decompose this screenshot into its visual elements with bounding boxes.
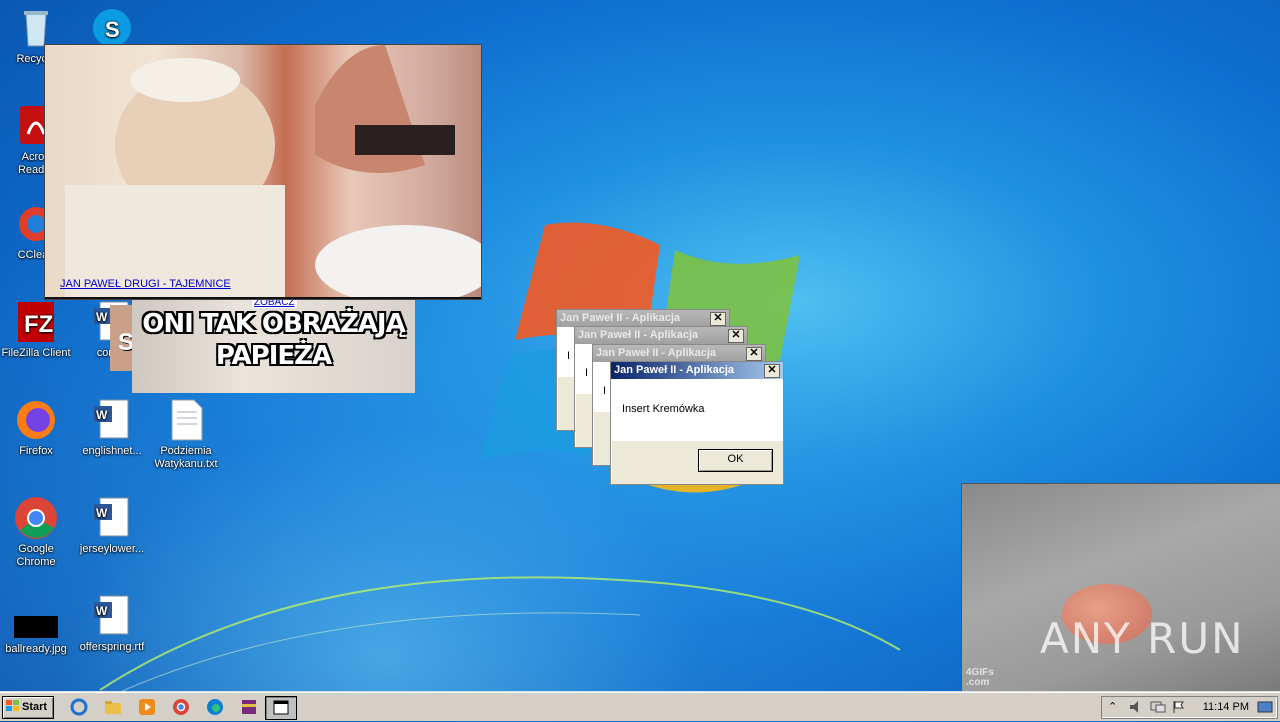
show-hidden-icons-icon[interactable]: ⌃ [1108, 700, 1117, 713]
gif-watermark: 4GIFs .com [966, 668, 994, 688]
meme-caption-line1: ONI TAK OBRAŻAJĄ [142, 309, 405, 339]
word-doc-icon: W [90, 398, 134, 442]
popup-window-photo[interactable]: JAN PAWEŁ DRUGI - TAJEMNICE [44, 44, 482, 300]
meme-caption: ONI TAK OBRAŻAJĄ PAPIEŻA [132, 308, 415, 372]
close-icon[interactable]: ✕ [764, 364, 780, 378]
network-icon[interactable] [1150, 700, 1166, 714]
dialog-titlebar[interactable]: Jan Paweł II - Aplikacja ✕ [557, 310, 729, 327]
dialog-titlebar[interactable]: Jan Paweł II - Aplikacja ✕ [593, 345, 765, 362]
desktop-icon-firefox[interactable]: Firefox [0, 398, 72, 458]
ok-button[interactable]: OK [698, 449, 773, 472]
desktop-icon-label: Podziemia [160, 445, 212, 457]
dialog-titlebar[interactable]: Jan Paweł II - Aplikacja ✕ [575, 327, 747, 344]
word-doc-icon: W [90, 594, 134, 638]
desktop-icon-offerspring[interactable]: W offerspring.rtf [76, 594, 148, 654]
desktop-icon-filezilla[interactable]: FZ FileZilla Client [0, 300, 72, 360]
internet-explorer-icon[interactable] [70, 698, 88, 716]
dialog-title: Jan Paweł II - Aplikacja [614, 364, 735, 376]
window-icon [273, 700, 289, 715]
dialog-titlebar[interactable]: Jan Paweł II - Aplikacja ✕ [611, 362, 783, 379]
edge-icon[interactable] [206, 698, 224, 716]
start-label: Start [22, 701, 48, 713]
taskbar: Start ⌃ 11:14 PM [0, 692, 1280, 721]
meme-caption-line2: PAPIEŻA [215, 341, 332, 371]
popup-window-meme[interactable]: ONI TAK OBRAŻAJĄ PAPIEŻA ZOBACZ [132, 298, 415, 393]
desktop-icon-label: Google [18, 543, 54, 555]
dialog-title: Jan Paweł II - Aplikacja [596, 347, 717, 359]
firefox-icon [14, 398, 58, 442]
dialog-message: Insert Kremówka [622, 403, 705, 415]
word-doc-icon: W [90, 496, 134, 540]
desktop-icon-label-line2: Chrome [16, 556, 56, 568]
anyrun-watermark: ANY RUN [1040, 614, 1245, 663]
close-icon[interactable]: ✕ [746, 347, 762, 361]
desktop-icon-englishnet[interactable]: W englishnet... [76, 398, 148, 458]
chrome-icon [14, 496, 58, 540]
desktop-icon-label: FileZilla Client [1, 347, 71, 359]
close-icon[interactable]: ✕ [710, 312, 726, 326]
media-player-icon[interactable] [138, 698, 156, 716]
svg-text:W: W [96, 506, 108, 520]
gif-watermark-line2: .com [966, 677, 990, 688]
desktop-icon-label: Firefox [19, 445, 53, 457]
dialog-title: Jan Paweł II - Aplikacja [560, 312, 681, 324]
windows-flag-icon [6, 700, 19, 711]
svg-text:W: W [96, 408, 108, 422]
close-icon[interactable]: ✕ [728, 329, 744, 343]
start-button[interactable]: Start [2, 696, 54, 719]
popup-small-letter: S [118, 329, 132, 356]
show-desktop-icon[interactable] [1257, 700, 1273, 714]
volume-icon[interactable] [1128, 700, 1144, 714]
desktop-icon-ballready[interactable]: ballready.jpg [0, 612, 72, 656]
desktop-icon-label: englishnet... [82, 445, 142, 457]
desktop-icon-jerseylower[interactable]: W jerseylower... [76, 496, 148, 556]
text-file-icon [164, 398, 208, 442]
svg-text:S: S [105, 17, 120, 42]
svg-text:FZ: FZ [24, 311, 53, 338]
desktop-icon-podziemia-watykanu[interactable]: Podziemia Watykanu.txt [150, 398, 222, 471]
dialog-message-stub: I [603, 385, 607, 397]
popup-photo-link[interactable]: JAN PAWEŁ DRUGI - TAJEMNICE [60, 278, 231, 290]
desktop-icon-label: offerspring.rtf [79, 641, 145, 653]
svg-text:W: W [96, 310, 108, 324]
popup-photo [45, 45, 481, 299]
folder-icon[interactable] [104, 698, 122, 716]
action-center-flag-icon[interactable] [1172, 700, 1186, 714]
filezilla-icon: FZ [14, 300, 58, 344]
popup-window-small[interactable]: S [110, 305, 132, 371]
dialog-message-stub: I [567, 350, 571, 362]
desktop-icon-label: jerseylower... [79, 543, 145, 555]
winrar-icon[interactable] [240, 698, 258, 716]
svg-text:W: W [96, 604, 108, 618]
dialog-body: Insert Kremówka [611, 379, 783, 441]
dialog-message-stub: I [585, 367, 589, 379]
system-tray: ⌃ 11:14 PM [1101, 696, 1278, 719]
dialog-title: Jan Paweł II - Aplikacja [578, 329, 699, 341]
clock[interactable]: 11:14 PM [1203, 701, 1249, 713]
dialog-window-active[interactable]: Jan Paweł II - Aplikacja ✕ Insert Kremów… [610, 361, 784, 485]
desktop-icon-chrome[interactable]: Google Chrome [0, 496, 72, 569]
desktop-icon-label-line2: Watykanu.txt [154, 458, 218, 470]
chrome-taskbar-icon[interactable] [172, 698, 190, 716]
desktop-icon-label: ballready.jpg [5, 643, 67, 655]
taskbar-active-window-button[interactable] [265, 696, 297, 720]
image-file-icon [14, 612, 58, 640]
photo-shapes [65, 45, 481, 299]
